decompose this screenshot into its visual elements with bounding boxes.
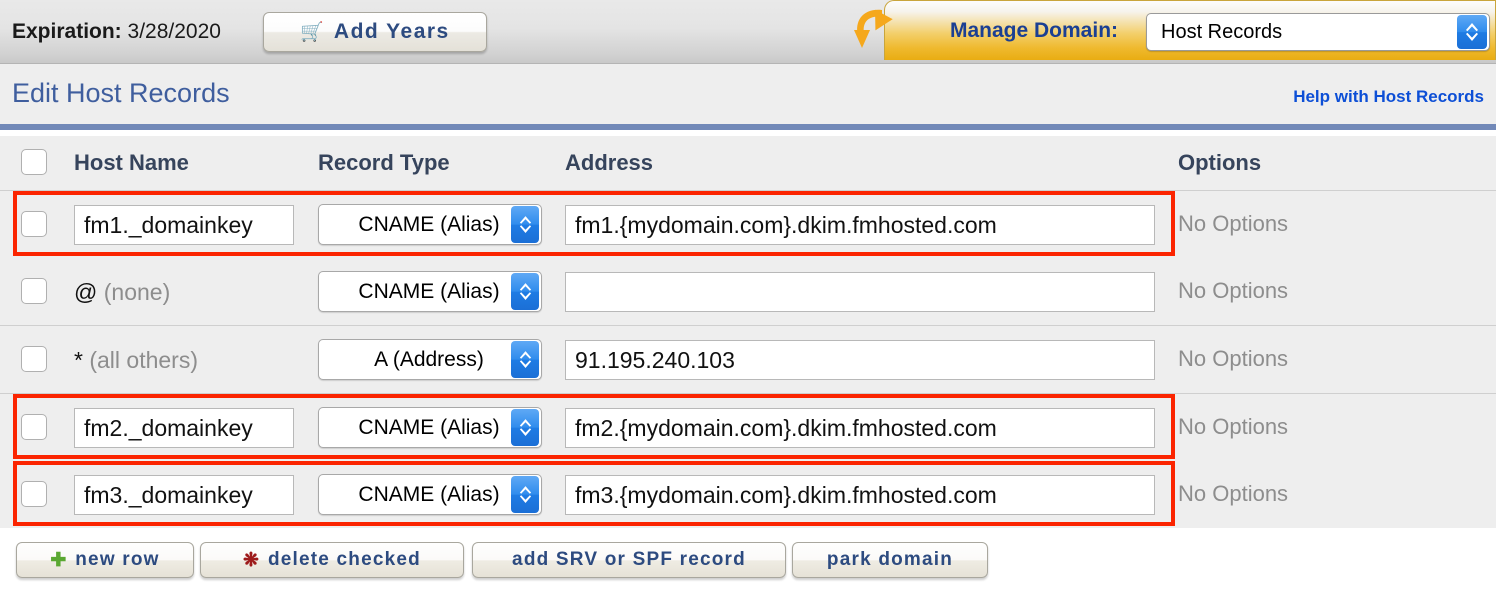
host-name-input[interactable]: fm1._domainkey (74, 205, 294, 245)
host-name-input[interactable]: fm2._domainkey (74, 408, 294, 448)
park-domain-label: park domain (826, 549, 954, 570)
expiration-value: 3/28/2020 (127, 20, 221, 43)
delete-checked-label: delete checked (267, 549, 421, 570)
record-type-value: A (Address) (374, 347, 484, 371)
curved-arrow-icon (854, 9, 893, 48)
top-bar: Expiration: 3/28/2020 🛒 Add Years Manage… (0, 0, 1496, 64)
shopping-cart-icon: 🛒 (300, 21, 324, 43)
record-type-select[interactable]: CNAME (Alias) (318, 474, 542, 515)
park-domain-button[interactable]: park domain (792, 542, 988, 578)
record-type-value: CNAME (Alias) (358, 415, 500, 439)
record-type-select[interactable]: CNAME (Alias) (318, 407, 542, 448)
help-with-host-records-link[interactable]: Help with Host Records (1293, 87, 1484, 107)
table-header-row: Host Name Record Type Address Options (0, 136, 1496, 191)
options-cell: No Options (1178, 278, 1289, 303)
host-name-static: @ (none) (74, 279, 170, 306)
manage-domain-select[interactable]: Host Records (1146, 13, 1490, 51)
options-cell: No Options (1178, 414, 1289, 439)
table-row: fm3._domainkey CNAME (Alias) fm3.{mydoma… (0, 461, 1496, 528)
record-type-value: CNAME (Alias) (358, 482, 500, 506)
host-name-symbol: @ (74, 279, 98, 305)
record-type-select[interactable]: CNAME (Alias) (318, 204, 542, 245)
asterisk-delete-icon: ❋ (243, 549, 259, 571)
table-row: @ (none) CNAME (Alias) No Options (0, 258, 1496, 326)
column-header-options: Options (1178, 150, 1262, 175)
expiration-label: Expiration: (12, 20, 122, 43)
column-header-record-type: Record Type (318, 150, 450, 175)
select-all-checkbox[interactable] (21, 149, 47, 175)
manage-domain-label: Manage Domain: (950, 19, 1119, 42)
address-input[interactable]: fm3.{mydomain.com}.dkim.fmhosted.com (565, 475, 1155, 515)
table-action-bar: ✚ new row ❋ delete checked add SRV or SP… (0, 536, 1496, 596)
column-header-host-name: Host Name (74, 150, 189, 175)
expiration-info: Expiration: 3/28/2020 (12, 20, 221, 44)
chevron-updown-icon[interactable] (511, 476, 539, 513)
address-input[interactable] (565, 272, 1155, 312)
row-checkbox[interactable] (21, 481, 47, 507)
host-name-input[interactable]: fm3._domainkey (74, 475, 294, 515)
address-input[interactable]: 91.195.240.103 (565, 340, 1155, 380)
host-name-note: (none) (103, 279, 171, 305)
options-cell: No Options (1178, 211, 1289, 236)
record-type-select[interactable]: CNAME (Alias) (318, 271, 542, 312)
section-header: Edit Host Records Help with Host Records (0, 64, 1496, 130)
host-name-static: * (all others) (74, 347, 198, 374)
address-input[interactable]: fm2.{mydomain.com}.dkim.fmhosted.com (565, 408, 1155, 448)
add-srv-or-spf-label: add SRV or SPF record (512, 549, 746, 570)
chevron-updown-icon[interactable] (511, 273, 539, 310)
new-row-button[interactable]: ✚ new row (16, 542, 194, 578)
chevron-updown-icon[interactable] (1457, 15, 1487, 49)
row-checkbox[interactable] (21, 346, 47, 372)
table-row: * (all others) A (Address) 91.195.240.10… (0, 326, 1496, 394)
new-row-label: new row (75, 549, 160, 570)
chevron-updown-icon[interactable] (511, 409, 539, 446)
page-title: Edit Host Records (12, 78, 230, 108)
chevron-updown-icon[interactable] (511, 206, 539, 243)
host-name-note: (all others) (89, 347, 198, 373)
delete-checked-button[interactable]: ❋ delete checked (200, 542, 464, 578)
row-checkbox[interactable] (21, 278, 47, 304)
manage-domain-value: Host Records (1161, 20, 1283, 43)
add-years-label: Add Years (333, 20, 450, 43)
column-header-address: Address (565, 150, 654, 175)
host-records-table: Host Name Record Type Address Options fm… (0, 136, 1496, 528)
options-cell: No Options (1178, 346, 1289, 371)
table-row: fm2._domainkey CNAME (Alias) fm2.{mydoma… (0, 394, 1496, 461)
record-type-select[interactable]: A (Address) (318, 339, 542, 380)
record-type-value: CNAME (Alias) (358, 212, 500, 236)
host-name-symbol: * (74, 347, 83, 373)
options-cell: No Options (1178, 481, 1289, 506)
plus-icon: ✚ (50, 549, 67, 571)
record-type-value: CNAME (Alias) (358, 279, 500, 303)
chevron-updown-icon[interactable] (511, 341, 539, 378)
table-row: fm1._domainkey CNAME (Alias) fm1.{mydoma… (0, 191, 1496, 258)
add-srv-or-spf-record-button[interactable]: add SRV or SPF record (472, 542, 786, 578)
row-checkbox[interactable] (21, 211, 47, 237)
row-checkbox[interactable] (21, 414, 47, 440)
address-input[interactable]: fm1.{mydomain.com}.dkim.fmhosted.com (565, 205, 1155, 245)
add-years-button[interactable]: 🛒 Add Years (263, 12, 487, 52)
